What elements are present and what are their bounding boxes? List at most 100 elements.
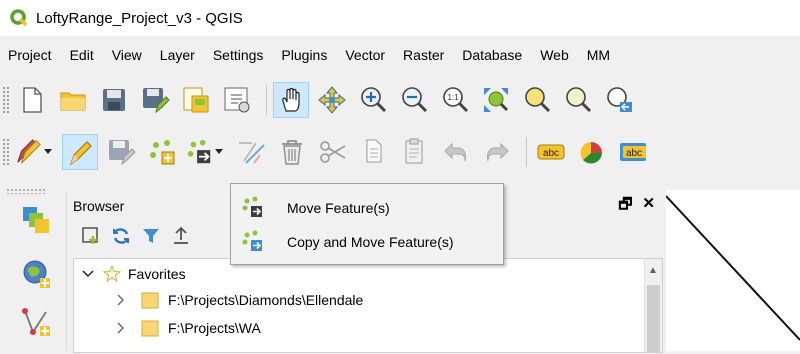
layer-labeling-button[interactable]: abc — [533, 134, 569, 170]
menu-web[interactable]: Web — [532, 47, 579, 63]
move-feature-dropdown[interactable] — [213, 134, 225, 170]
new-project-button[interactable] — [14, 82, 50, 118]
refresh-icon[interactable] — [111, 226, 131, 246]
add-point-feature-button[interactable] — [144, 134, 180, 170]
collapse-all-icon[interactable] — [171, 226, 191, 246]
menu-project[interactable]: Project — [0, 47, 62, 63]
folder-icon — [141, 292, 159, 309]
zoom-native-button[interactable]: 1:1 — [437, 82, 473, 118]
delete-selected-button[interactable] — [274, 134, 310, 170]
zoom-to-layer-button[interactable] — [560, 82, 596, 118]
add-selected-layers-icon[interactable] — [81, 226, 101, 246]
new-print-layout-button[interactable] — [178, 82, 214, 118]
side-toolbar-grip[interactable] — [6, 188, 46, 194]
toolbar-grip-2[interactable] — [2, 138, 10, 166]
menu-item-label: Copy and Move Feature(s) — [287, 234, 454, 250]
trash-icon — [282, 140, 302, 165]
raster-globe-icon — [23, 260, 50, 288]
label-abc-icon: abc — [537, 144, 565, 160]
save-project-button[interactable] — [96, 82, 132, 118]
menu-view[interactable]: View — [104, 47, 152, 63]
save-layer-edits-button[interactable] — [103, 134, 139, 170]
tree-item-ellendale[interactable]: F:\Projects\Diamonds\Ellendale — [116, 289, 363, 311]
menu-raster[interactable]: Raster — [395, 47, 454, 63]
menu-bar: Project Edit View Layer Settings Plugins… — [0, 44, 800, 66]
add-raster-layer-button[interactable] — [18, 256, 54, 292]
data-source-manager-button[interactable] — [18, 202, 54, 238]
chevron-down-icon — [82, 270, 94, 278]
window-title: LoftyRange_Project_v3 - QGIS — [36, 9, 243, 27]
menu-mmqgis[interactable]: MM — [579, 47, 620, 63]
menu-vector[interactable]: Vector — [337, 47, 395, 63]
float-panel-button[interactable]: 🗗 — [618, 194, 632, 219]
vertex-tool-button[interactable] — [233, 134, 269, 170]
toggle-editing-button[interactable] — [62, 134, 98, 170]
menu-item-label: Move Feature(s) — [287, 200, 390, 216]
label-toolbar-button[interactable]: abc — [615, 134, 651, 170]
pan-map-button[interactable] — [273, 82, 309, 118]
zoom-one-to-one-icon: 1:1 — [443, 87, 469, 113]
svg-text:1:1: 1:1 — [447, 93, 459, 102]
tree-item-label: F:\Projects\WA — [168, 320, 261, 336]
menu-edit[interactable]: Edit — [62, 47, 104, 63]
scrollbar-thumb[interactable] — [647, 285, 660, 352]
layout-manager-button[interactable] — [219, 82, 255, 118]
redo-button[interactable] — [479, 134, 515, 170]
chevron-right-icon — [117, 294, 124, 306]
zoom-to-selection-button[interactable] — [519, 82, 555, 118]
zoom-layer-icon — [566, 87, 592, 113]
map-canvas[interactable] — [665, 190, 800, 351]
paste-features-button[interactable] — [397, 134, 433, 170]
save-as-icon — [143, 88, 170, 114]
zoom-out-button[interactable] — [396, 82, 432, 118]
redo-icon — [487, 142, 509, 162]
browser-tools — [81, 226, 191, 246]
filter-icon[interactable] — [141, 226, 161, 246]
zoom-last-button[interactable] — [601, 82, 637, 118]
menu-plugins[interactable]: Plugins — [273, 47, 337, 63]
save-icon — [103, 89, 125, 111]
close-panel-button[interactable]: ✕ — [642, 194, 655, 219]
menu-settings[interactable]: Settings — [205, 47, 274, 63]
move-feature-menu: Move Feature(s) Copy and Move Feature(s) — [230, 183, 504, 265]
pan-to-selection-button[interactable] — [314, 82, 350, 118]
menu-database[interactable]: Database — [454, 47, 532, 63]
pan-hand-icon — [282, 87, 300, 112]
menu-layer[interactable]: Layer — [152, 47, 205, 63]
save-as-button[interactable] — [137, 82, 173, 118]
zoom-full-button[interactable] — [478, 82, 514, 118]
pan-arrows-icon — [318, 86, 346, 114]
layout-manager-icon — [224, 87, 250, 113]
tree-scrollbar[interactable]: ▲ — [644, 259, 662, 352]
star-icon — [102, 264, 122, 283]
zoom-in-icon — [361, 87, 387, 113]
open-project-button[interactable] — [55, 82, 91, 118]
browser-panel-title: Browser — [73, 198, 125, 214]
cut-features-button[interactable] — [315, 134, 351, 170]
copy-move-feature-icon — [242, 230, 262, 251]
move-feature-icon — [187, 139, 211, 164]
new-file-icon — [23, 87, 42, 113]
tree-item-favorites[interactable]: Favorites — [82, 263, 186, 285]
data-source-manager-icon — [23, 207, 49, 233]
diagram-button[interactable] — [574, 134, 610, 170]
zoom-last-icon — [607, 87, 633, 113]
move-feature-button[interactable] — [185, 134, 213, 170]
pencil-icon — [69, 141, 92, 166]
current-edits-button[interactable] — [14, 134, 42, 170]
scissors-icon — [320, 141, 346, 163]
vector-layer-icon — [22, 308, 50, 336]
add-vector-layer-button[interactable] — [18, 304, 54, 340]
menu-item-copy-move-feature[interactable]: Copy and Move Feature(s) — [231, 226, 503, 258]
tree-item-wa[interactable]: F:\Projects\WA — [116, 315, 261, 341]
edits-pencils-icon — [17, 139, 41, 164]
zoom-in-button[interactable] — [355, 82, 391, 118]
copy-icon — [366, 139, 382, 163]
copy-features-button[interactable] — [356, 134, 392, 170]
menu-item-move-feature[interactable]: Move Feature(s) — [231, 192, 503, 224]
toolbar-grip[interactable] — [2, 86, 10, 114]
move-feature-icon — [242, 196, 262, 217]
current-edits-dropdown[interactable] — [42, 134, 54, 170]
undo-button[interactable] — [438, 134, 474, 170]
scroll-up-icon[interactable]: ▲ — [648, 265, 658, 276]
